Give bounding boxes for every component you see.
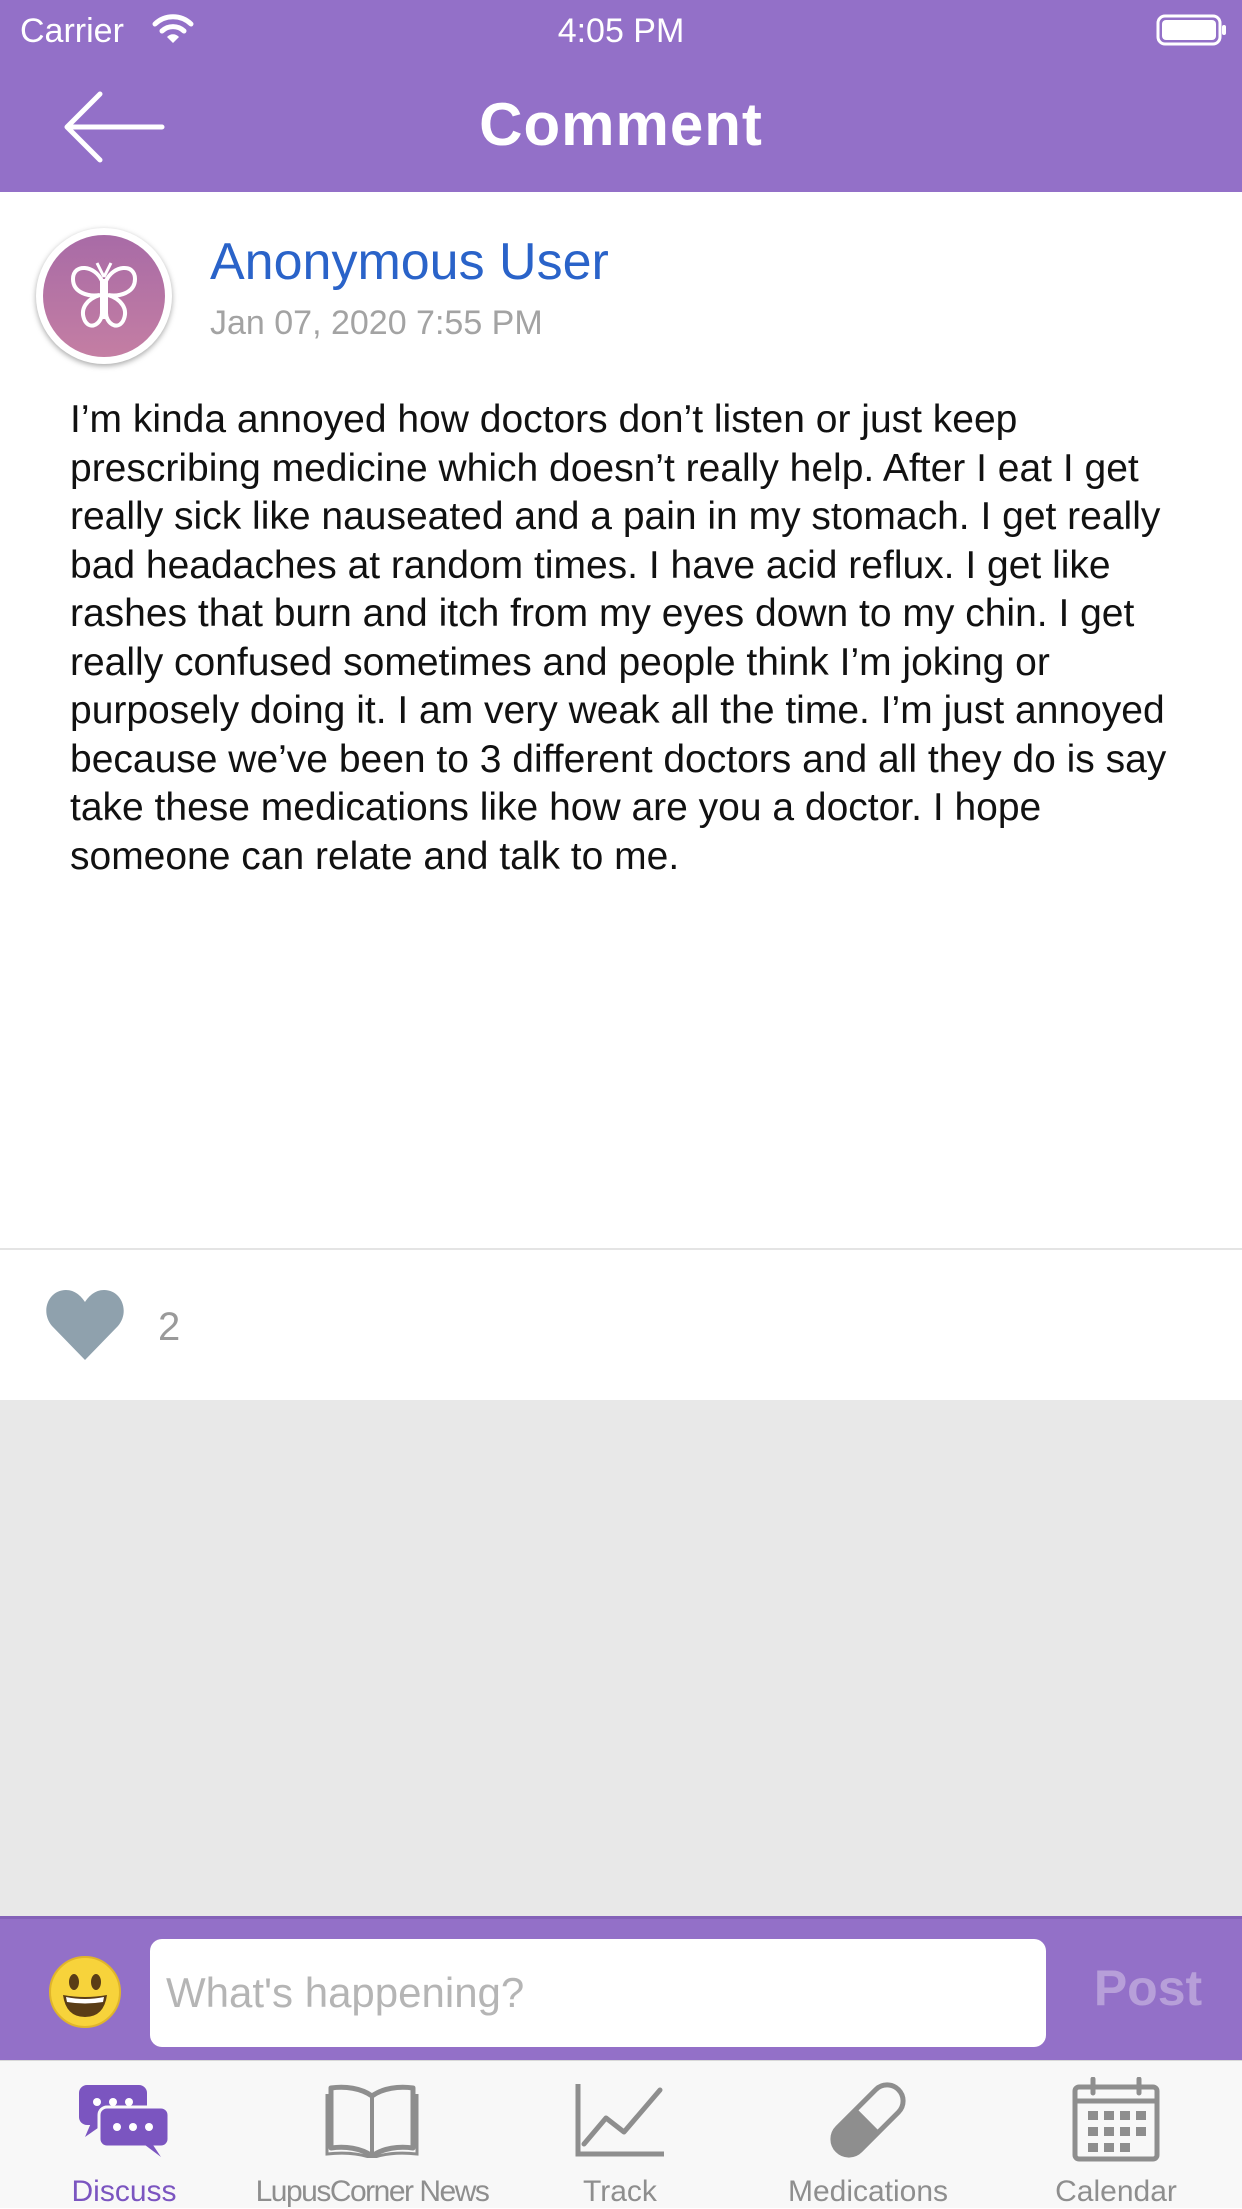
tab-medications[interactable]: Medications	[744, 2061, 992, 2209]
calendar-icon	[992, 2075, 1240, 2165]
butterfly-icon	[70, 262, 138, 328]
smiley-icon	[49, 1956, 121, 2028]
tab-bar: Discuss LupusCorner News Track Medicatio…	[0, 2060, 1242, 2208]
tab-label: Medications	[787, 2175, 949, 2208]
tab-calendar[interactable]: Calendar	[992, 2061, 1240, 2209]
pill-icon	[744, 2075, 992, 2165]
book-icon	[248, 2075, 496, 2165]
like-count: 2	[158, 1305, 181, 1349]
chat-bubbles-icon	[0, 2075, 248, 2165]
post-date: Jan 07, 2020 7:55 PM	[210, 304, 543, 342]
post-body: I’m kinda annoyed how doctors don’t list…	[70, 398, 1167, 878]
like-row: 2	[0, 1250, 1242, 1400]
avatar[interactable]	[36, 228, 172, 364]
tab-label: Calendar	[1055, 2175, 1177, 2208]
post-header: Anonymous User Jan 07, 2020 7:55 PM	[0, 192, 1242, 392]
tab-label: LupusCorner News	[255, 2175, 490, 2208]
clock: 4:05 PM	[557, 12, 685, 50]
post-button[interactable]: Post	[1068, 1959, 1228, 2017]
page-title: Comment	[479, 91, 763, 158]
comment-composer: Post	[0, 1916, 1242, 2060]
comments-list	[0, 1400, 1242, 1916]
comment-input[interactable]	[150, 1939, 1046, 2047]
tab-lupuscorner-news[interactable]: LupusCorner News	[248, 2061, 496, 2209]
battery-icon	[1156, 14, 1228, 53]
tab-label: Track	[583, 2175, 657, 2208]
tab-track[interactable]: Track	[496, 2061, 744, 2209]
navigation-bar: Comment	[0, 62, 1242, 192]
line-chart-icon	[496, 2075, 744, 2165]
emoji-button[interactable]	[48, 1955, 122, 2034]
tab-label: Discuss	[71, 2175, 177, 2208]
heart-icon	[46, 1290, 124, 1360]
tab-discuss[interactable]: Discuss	[0, 2061, 248, 2209]
status-bar: Carrier 4:05 PM	[0, 0, 1242, 62]
like-button[interactable]	[44, 1288, 126, 1367]
author-name[interactable]: Anonymous User	[210, 232, 609, 292]
